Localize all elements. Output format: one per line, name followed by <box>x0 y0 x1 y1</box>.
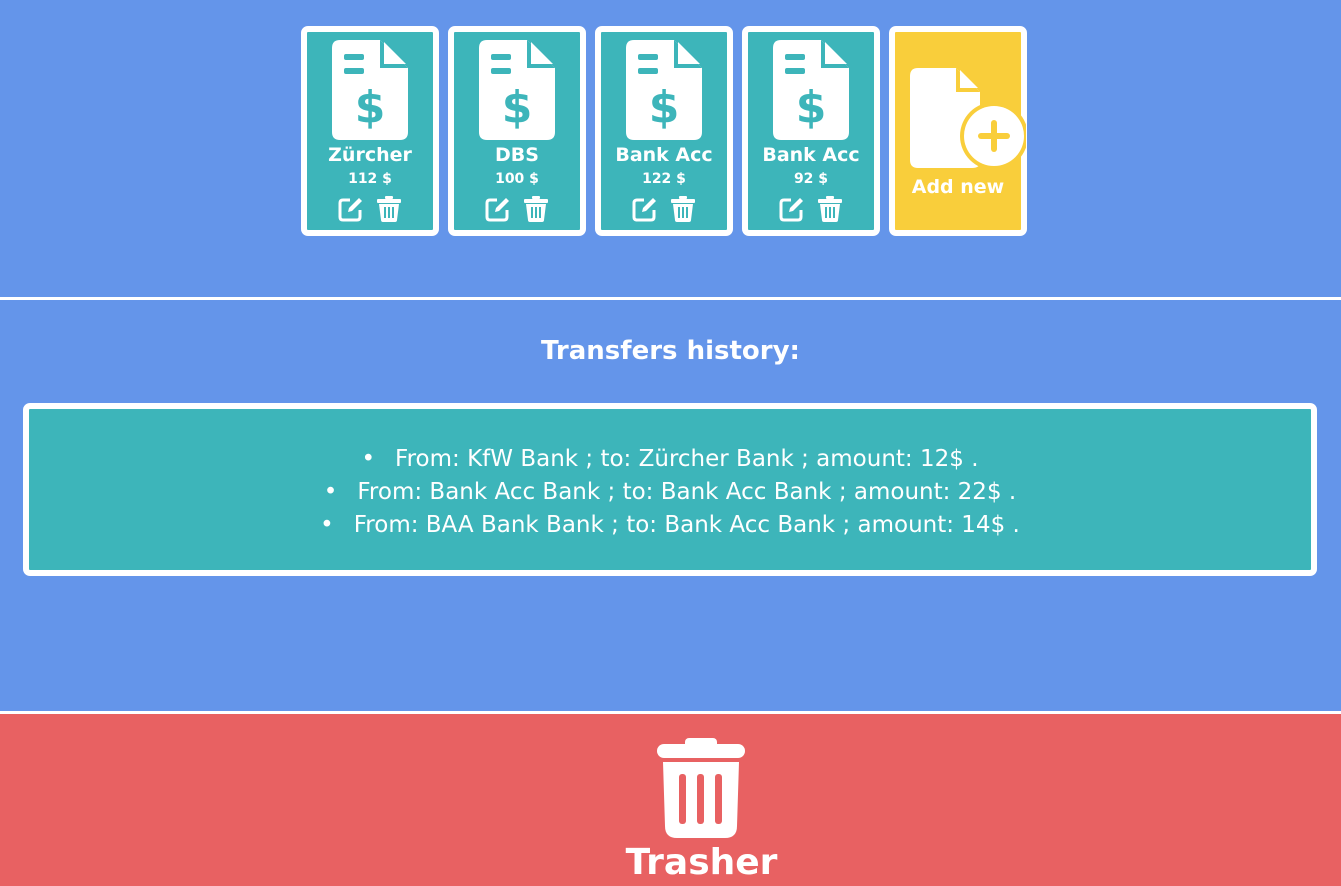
svg-text:$: $ <box>502 82 533 133</box>
svg-text:$: $ <box>649 82 680 133</box>
account-amount: 100 $ <box>495 171 539 187</box>
edit-icon[interactable] <box>485 196 511 222</box>
account-actions <box>748 196 874 222</box>
account-name: DBS <box>495 144 539 166</box>
svg-text:$: $ <box>796 82 827 133</box>
trash-icon[interactable] <box>817 196 843 222</box>
trash-icon[interactable] <box>670 196 696 222</box>
edit-icon[interactable] <box>779 196 805 222</box>
transfer-item: From: Bank Acc Bank ; to: Bank Acc Bank … <box>29 476 1311 509</box>
account-amount: 122 $ <box>642 171 686 187</box>
edit-icon[interactable] <box>632 196 658 222</box>
invoice-dollar-icon: $ <box>332 40 408 140</box>
transfers-history-panel: From: KfW Bank ; to: Zürcher Bank ; amou… <box>23 403 1317 576</box>
section-divider <box>0 297 1341 300</box>
trash-icon[interactable] <box>376 196 402 222</box>
account-card[interactable]: $ Bank Acc 122 $ <box>595 26 733 236</box>
account-amount: 92 $ <box>793 171 829 187</box>
edit-icon[interactable] <box>338 196 364 222</box>
trasher-dropzone[interactable]: Trasher <box>0 714 1341 886</box>
invoice-dollar-icon: $ <box>773 40 849 140</box>
trash-icon <box>657 738 745 838</box>
invoice-dollar-icon: $ <box>479 40 555 140</box>
transfers-list: From: KfW Bank ; to: Zürcher Bank ; amou… <box>29 443 1311 542</box>
trasher-label: Trasher <box>625 842 778 883</box>
transfer-item: From: KfW Bank ; to: Zürcher Bank ; amou… <box>29 443 1311 476</box>
history-title: Transfers history: <box>541 336 800 366</box>
account-card[interactable]: $ Bank Acc 92 $ <box>742 26 880 236</box>
svg-text:$: $ <box>355 82 386 133</box>
add-new-label: Add new <box>911 176 1005 198</box>
invoice-dollar-icon: $ <box>626 40 702 140</box>
account-name: Bank Acc <box>615 144 713 166</box>
account-actions <box>454 196 580 222</box>
accounts-row: $ Zürcher 112 $ $ DBS 100 $ $ Bank Acc 1… <box>301 26 1027 236</box>
transfer-item: From: BAA Bank Bank ; to: Bank Acc Bank … <box>29 509 1311 542</box>
account-actions <box>601 196 727 222</box>
trash-icon[interactable] <box>523 196 549 222</box>
account-card[interactable]: $ DBS 100 $ <box>448 26 586 236</box>
account-actions <box>307 196 433 222</box>
account-name: Zürcher <box>328 144 412 166</box>
account-name: Bank Acc <box>762 144 860 166</box>
account-amount: 112 $ <box>348 171 392 187</box>
account-card[interactable]: $ Zürcher 112 $ <box>301 26 439 236</box>
file-plus-icon <box>910 68 1026 168</box>
add-account-button[interactable]: Add new <box>889 26 1027 236</box>
